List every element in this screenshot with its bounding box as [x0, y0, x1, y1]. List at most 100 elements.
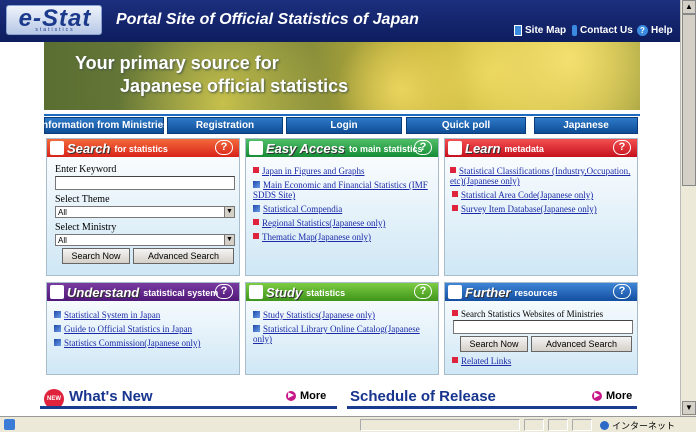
further-advanced-search-button[interactable]: Advanced Search: [531, 336, 632, 352]
further-subtitle: resources: [514, 288, 558, 298]
study-help-icon[interactable]: ?: [414, 284, 432, 299]
link-label: Regional Statistics(Japanese only): [262, 218, 386, 228]
link-statistics-commission[interactable]: Statistics Commission(Japanese only): [54, 338, 201, 348]
status-bar: インターネット: [0, 416, 696, 432]
link-related-links[interactable]: Related Links: [452, 356, 511, 366]
nav-japanese[interactable]: Japanese: [534, 117, 638, 134]
scroll-down-icon[interactable]: ▼: [682, 401, 696, 415]
link-statistical-classifications[interactable]: Statistical Classifications (Industry,Oc…: [450, 166, 636, 186]
scroll-thumb[interactable]: [682, 14, 696, 186]
link-regional-statistics[interactable]: Regional Statistics(Japanese only): [253, 218, 385, 228]
link-japan-in-figures[interactable]: Japan in Figures and Graphs: [253, 166, 364, 176]
link-label: Study Statistics(Japanese only): [263, 310, 375, 320]
learn-panel: Learn metadata ? Statistical Classificat…: [444, 138, 638, 276]
play-arrow-icon: ▶: [592, 391, 602, 401]
bullet-icon: [452, 357, 458, 363]
status-cell: [548, 419, 568, 431]
whats-new-more-link[interactable]: ▶ More: [286, 390, 326, 402]
nav-registration[interactable]: Registration: [167, 117, 283, 134]
ministry-select[interactable]: All ▼: [55, 234, 235, 246]
status-cell: [524, 419, 544, 431]
theme-select[interactable]: All ▼: [55, 206, 235, 218]
dropdown-arrow-icon: ▼: [224, 207, 234, 217]
link-label: Statistical Library Online Catalog(Japan…: [253, 324, 420, 344]
external-link-icon: [54, 311, 61, 318]
search-panel-subtitle: for statistics: [114, 144, 168, 154]
book-icon: [514, 25, 522, 36]
bullet-icon: [253, 233, 259, 239]
link-survey-item-database[interactable]: Survey Item Database(Japanese only): [452, 204, 597, 214]
link-label: Statistical Compendia: [263, 204, 343, 214]
external-link-icon: [253, 205, 260, 212]
schedule-more-link[interactable]: ▶ More: [592, 390, 632, 402]
link-statistical-area-code[interactable]: Statistical Area Code(Japanese only): [452, 190, 593, 200]
play-arrow-icon: ▶: [286, 391, 296, 401]
bullet-icon: [253, 167, 259, 173]
ministries-search-input[interactable]: [453, 320, 633, 334]
nav-quick-poll[interactable]: Quick poll: [406, 117, 526, 134]
study-icon: [249, 285, 263, 299]
help-link[interactable]: ? Help: [637, 25, 673, 36]
learn-help-icon[interactable]: ?: [613, 140, 631, 155]
globe-icon: [600, 421, 609, 430]
search-help-icon[interactable]: ?: [215, 140, 233, 155]
page-status-icon: [4, 419, 15, 430]
site-map-label: Site Map: [525, 25, 567, 36]
study-subtitle: statistics: [306, 288, 346, 298]
further-header: Further resources ?: [445, 283, 637, 301]
link-guide-official-statistics[interactable]: Guide to Official Statistics in Japan: [54, 324, 192, 334]
status-cell: [360, 419, 520, 431]
link-statistical-system[interactable]: Statistical System in Japan: [54, 310, 160, 320]
dropdown-arrow-icon: ▼: [224, 235, 234, 245]
link-main-economic[interactable]: Main Economic and Financial Statistics (…: [253, 180, 437, 200]
keyword-input[interactable]: [55, 176, 235, 190]
easy-access-help-icon[interactable]: ?: [414, 140, 432, 155]
nav-information-from-ministries[interactable]: Information from Ministries: [39, 117, 169, 134]
help-label: Help: [651, 25, 673, 36]
page: e-Stat statistics Portal Site of Officia…: [0, 0, 696, 432]
search-panel-header: Search for statistics ?: [47, 139, 239, 157]
contact-us-link[interactable]: Contact Us: [572, 25, 633, 36]
site-map-link[interactable]: Site Map: [514, 25, 566, 36]
nav-login[interactable]: Login: [286, 117, 402, 134]
vertical-scrollbar[interactable]: ▲ ▼: [680, 0, 696, 416]
ministry-select-value: All: [58, 236, 67, 245]
status-cell: [572, 419, 592, 431]
further-panel: Further resources ? Search Statistics We…: [444, 282, 638, 375]
help-icon: ?: [637, 25, 648, 36]
search-now-button[interactable]: Search Now: [62, 248, 130, 264]
learn-header: Learn metadata ?: [445, 139, 637, 157]
banner-line-1: Your primary source for: [75, 53, 279, 73]
chart-icon: [249, 141, 263, 155]
link-thematic-map[interactable]: Thematic Map(Japanese only): [253, 232, 371, 242]
book-icon: [50, 285, 64, 299]
bullet-icon: [452, 310, 458, 316]
whats-new-divider: [40, 406, 337, 409]
learn-icon: [448, 141, 462, 155]
learn-title: Learn: [465, 140, 501, 156]
easy-access-title: Easy Access: [266, 140, 346, 156]
easy-access-subtitle: to main statistics: [349, 144, 423, 154]
scroll-up-icon[interactable]: ▲: [682, 0, 696, 14]
advanced-search-button[interactable]: Advanced Search: [133, 248, 234, 264]
person-icon: [572, 25, 577, 36]
estat-logo[interactable]: e-Stat statistics: [6, 5, 102, 35]
ministries-search-label: Search Statistics Websites of Ministries: [452, 309, 603, 319]
further-help-icon[interactable]: ?: [613, 284, 631, 299]
link-statistical-library[interactable]: Statistical Library Online Catalog(Japan…: [253, 324, 439, 344]
logo-subtext: statistics: [35, 27, 75, 33]
external-link-icon: [54, 339, 61, 346]
link-statistical-compendia[interactable]: Statistical Compendia: [253, 204, 342, 214]
external-link-icon: [253, 325, 260, 332]
link-study-statistics[interactable]: Study Statistics(Japanese only): [253, 310, 375, 320]
link-label: Statistical System in Japan: [64, 310, 161, 320]
bullet-icon: [452, 191, 458, 197]
banner-line-2: Japanese official statistics: [120, 76, 349, 96]
link-label: Main Economic and Financial Statistics (…: [253, 180, 428, 200]
further-icon: [448, 285, 462, 299]
theme-select-value: All: [58, 208, 67, 217]
bullet-icon: [253, 219, 259, 225]
understand-help-icon[interactable]: ?: [215, 284, 233, 299]
further-search-now-button[interactable]: Search Now: [460, 336, 528, 352]
easy-access-header: Easy Access to main statistics ?: [246, 139, 438, 157]
